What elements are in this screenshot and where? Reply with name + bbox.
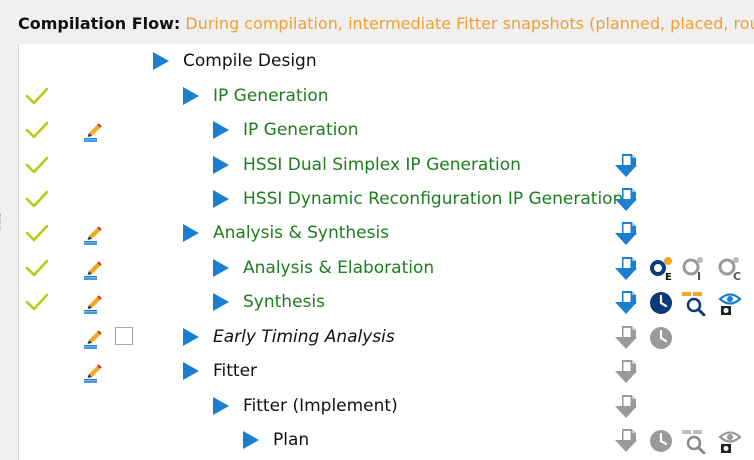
edit-settings-icon[interactable] [81, 292, 103, 314]
run-task-icon[interactable] [213, 259, 229, 277]
left-splitter[interactable] [0, 44, 18, 460]
checkmark-icon [25, 155, 49, 175]
task-item[interactable]: Analysis & Synthesis [183, 216, 389, 250]
timing-icon[interactable] [648, 290, 674, 316]
timing-icon-disabled [648, 325, 674, 351]
report-icon-disabled [613, 394, 639, 420]
task-row[interactable]: HSSI Dual Simplex IP Generation [19, 148, 754, 182]
task-item[interactable]: Synthesis [213, 285, 325, 319]
task-row[interactable]: Fitter (Implement) [19, 389, 754, 423]
timing-icon-disabled [648, 428, 674, 454]
checkmark-icon [25, 120, 49, 140]
task-item[interactable]: Early Timing Analysis [183, 320, 395, 354]
checkmark-icon [25, 86, 49, 106]
task-label: Synthesis [243, 292, 325, 312]
run-task-icon[interactable] [153, 52, 169, 70]
edit-settings-icon[interactable] [81, 120, 103, 142]
task-item[interactable]: HSSI Dynamic Reconfiguration IP Generati… [213, 182, 623, 216]
task-label: Compile Design [183, 51, 317, 71]
report-icon-disabled [613, 325, 639, 351]
task-row[interactable]: Fitter [19, 354, 754, 388]
task-label: Fitter [213, 361, 258, 381]
task-row[interactable]: Analysis & Elaboration E I C [19, 251, 754, 285]
enable-task-checkbox[interactable] [115, 327, 133, 345]
run-task-icon[interactable] [183, 328, 199, 346]
svg-text:C: C [733, 270, 741, 282]
task-label: Fitter (Implement) [243, 396, 398, 416]
splitter-grip[interactable] [0, 214, 4, 230]
task-label: HSSI Dual Simplex IP Generation [243, 155, 521, 175]
run-task-icon[interactable] [183, 224, 199, 242]
snapshot-viewer-icon-disabled [717, 428, 743, 454]
run-task-icon[interactable] [213, 121, 229, 139]
task-row[interactable]: Synthesis [19, 285, 754, 319]
header-text: Compilation Flow: During compilation, in… [18, 14, 754, 34]
task-row[interactable]: Early Timing Analysis [19, 320, 754, 354]
run-task-icon[interactable] [213, 397, 229, 415]
run-task-icon[interactable] [213, 190, 229, 208]
run-task-icon[interactable] [213, 156, 229, 174]
edit-settings-icon[interactable] [81, 327, 103, 349]
inspect-c-icon[interactable]: C [717, 256, 743, 283]
netlist-viewer-icon-disabled [681, 428, 707, 455]
report-icon[interactable] [613, 153, 639, 179]
header-message: During compilation, intermediate Fitter … [180, 14, 754, 33]
task-row[interactable]: HSSI Dynamic Reconfiguration IP Generati… [19, 182, 754, 216]
edit-settings-icon[interactable] [81, 361, 103, 383]
task-row[interactable]: IP Generation [19, 79, 754, 113]
task-item[interactable]: IP Generation [213, 113, 359, 147]
task-label: IP Generation [213, 86, 329, 106]
task-item[interactable]: Compile Design [153, 44, 317, 78]
report-icon[interactable] [613, 221, 639, 247]
elaboration-viewer-icon[interactable]: E [648, 256, 674, 283]
run-task-icon[interactable] [183, 362, 199, 380]
task-item[interactable]: HSSI Dual Simplex IP Generation [213, 148, 521, 182]
checkmark-icon [25, 189, 49, 209]
header-label: Compilation Flow: [18, 14, 181, 33]
task-item[interactable]: Plan [243, 423, 309, 457]
report-icon[interactable] [613, 256, 639, 282]
task-label: Early Timing Analysis [213, 327, 395, 347]
task-tree-panel: Compile Design IP Generation IP Generatio… [18, 44, 754, 460]
report-icon-disabled [613, 428, 639, 454]
run-task-icon[interactable] [183, 87, 199, 105]
checkmark-icon [25, 223, 49, 243]
compilation-flow-header: Compilation Flow: During compilation, in… [0, 0, 754, 44]
task-item[interactable]: Fitter (Implement) [213, 389, 398, 423]
task-label: Analysis & Elaboration [243, 258, 435, 278]
svg-text:E: E [665, 272, 672, 282]
svg-text:I: I [697, 270, 701, 282]
task-label: IP Generation [243, 120, 359, 140]
task-item[interactable]: Fitter [183, 354, 257, 388]
report-icon[interactable] [613, 187, 639, 213]
task-row[interactable]: Plan [19, 423, 754, 457]
task-item[interactable]: Analysis & Elaboration [213, 251, 434, 285]
task-label: HSSI Dynamic Reconfiguration IP Generati… [243, 189, 624, 209]
run-task-icon[interactable] [243, 431, 259, 449]
report-icon-disabled [613, 359, 639, 385]
task-label: Plan [273, 430, 310, 450]
inspect-i-icon[interactable]: I [681, 256, 707, 283]
checkmark-icon [25, 258, 49, 278]
task-row[interactable]: Compile Design [19, 44, 754, 78]
task-row[interactable]: Analysis & Synthesis [19, 216, 754, 250]
edit-settings-icon[interactable] [81, 258, 103, 280]
task-item[interactable]: IP Generation [183, 79, 329, 113]
report-icon[interactable] [613, 290, 639, 316]
task-row[interactable]: IP Generation [19, 113, 754, 147]
snapshot-viewer-icon[interactable] [717, 290, 743, 316]
edit-settings-icon[interactable] [81, 223, 103, 245]
netlist-viewer-icon[interactable] [681, 290, 707, 317]
run-task-icon[interactable] [213, 293, 229, 311]
checkmark-icon [25, 292, 49, 312]
task-label: Analysis & Synthesis [213, 223, 390, 243]
